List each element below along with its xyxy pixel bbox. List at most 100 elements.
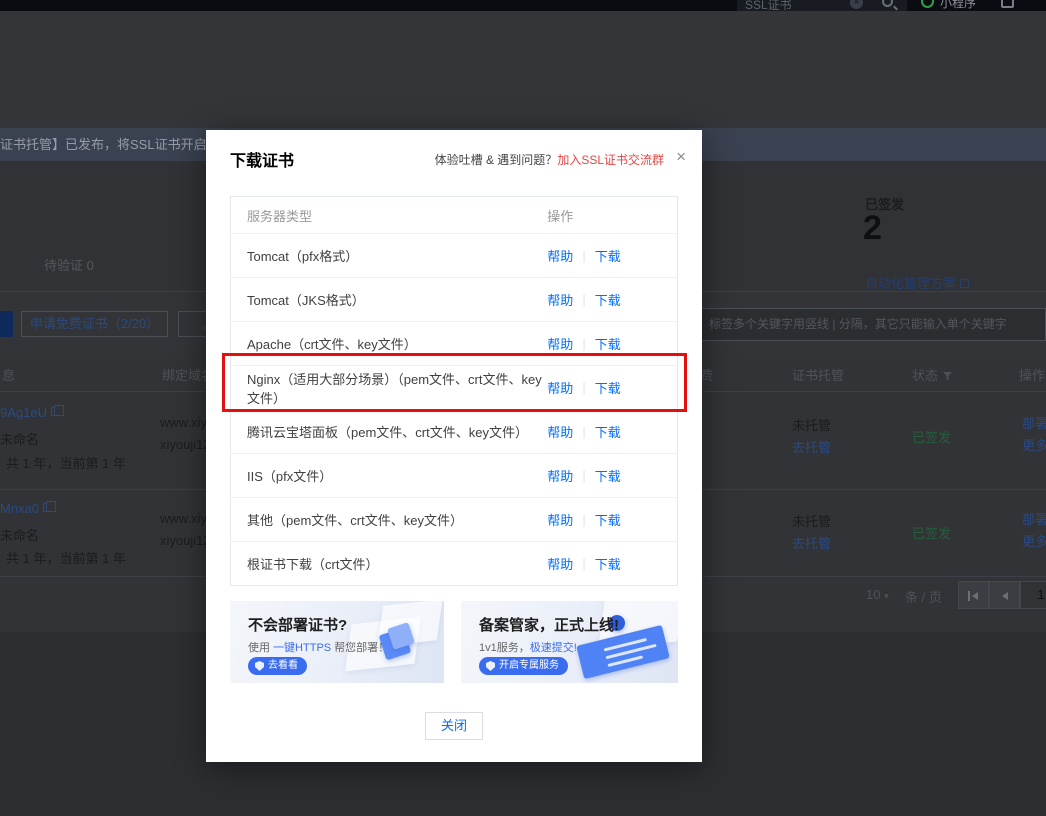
col-info: 息 <box>2 368 16 383</box>
more-link[interactable]: 更多 <box>1022 531 1046 550</box>
download-link[interactable]: 下载 <box>595 510 621 529</box>
download-link[interactable]: 下载 <box>595 246 621 265</box>
help-link[interactable]: 帮助 <box>547 290 573 309</box>
cert-name: 未命名 <box>0 528 40 543</box>
col-status-label: 状态 <box>912 368 939 383</box>
close-icon[interactable]: × <box>676 148 686 165</box>
top-navbar: SSL证书 × 小程序 <box>0 0 1046 11</box>
divider: | <box>582 248 586 263</box>
server-type-label: IIS（pfx文件） <box>247 469 333 484</box>
download-link[interactable]: 下载 <box>595 554 621 573</box>
page-number-input[interactable]: 1 <box>1020 581 1046 609</box>
col-status[interactable]: 状态 <box>912 365 953 384</box>
cert-validity: 共 1 年，当前第 1 年 <box>6 456 126 471</box>
download-link[interactable]: 下载 <box>595 422 621 441</box>
promo-title: 不会部署证书? <box>248 617 348 634</box>
go-hosting-link[interactable]: 去托管 <box>792 437 831 456</box>
bound-domain: xiyouji12 <box>160 437 211 452</box>
row-tomcat-jks: Tomcat（JKS格式） 帮助 | 下载 <box>231 277 677 321</box>
help-link[interactable]: 帮助 <box>547 378 573 397</box>
issued-count: 2 <box>863 209 882 247</box>
apply-free-cert-button[interactable]: 申请免费证书（2/20） <box>21 311 168 337</box>
help-link[interactable]: 帮助 <box>547 422 573 441</box>
filter-funnel-icon[interactable] <box>943 372 953 380</box>
promo-deploy-banner[interactable]: 不会部署证书? 使用 一键HTTPS 帮您部署！ 去看看 <box>230 601 444 683</box>
cert-name: 未命名 <box>0 432 40 447</box>
deploy-link[interactable]: 部署 <box>1022 413 1046 432</box>
col-server-type: 服务器类型 <box>247 208 313 224</box>
first-page-button[interactable] <box>958 581 989 609</box>
screen: SSL证书 × 小程序 证书托管】已发布，将SSL证书开启托管即可 待验证 0 … <box>0 0 1046 816</box>
row-nginx: Nginx（适用大部分场景）（pem文件、crt文件、key文件） 帮助 | 下载 <box>231 365 677 409</box>
server-type-label: Tomcat（pfx格式） <box>247 249 359 264</box>
hosting-state: 未托管 <box>792 514 832 529</box>
pending-validation-tab[interactable]: 待验证 0 <box>44 255 94 274</box>
col-action: 操作 <box>1019 368 1046 383</box>
one-key-https-link[interactable]: 一键HTTPS <box>273 642 331 654</box>
prev-page-button[interactable] <box>989 581 1020 609</box>
status-badge: 已签发 <box>912 430 952 445</box>
divider: | <box>582 292 586 307</box>
bound-domain: xiyouji12 <box>160 533 211 548</box>
divider: | <box>582 380 586 395</box>
row-other: 其他（pem文件、crt文件、key文件） 帮助 | 下载 <box>231 497 677 541</box>
table-header: 服务器类型 操作 <box>231 197 677 233</box>
copy-icon[interactable] <box>43 501 57 512</box>
server-type-label: 根证书下载（crt文件） <box>247 557 379 572</box>
go-hosting-link[interactable]: 去托管 <box>792 533 831 552</box>
feedback-prefix: 体验吐槽 & 遇到问题？ <box>434 153 558 167</box>
deploy-link[interactable]: 部署 <box>1022 509 1046 528</box>
cert-validity: 共 1 年，当前第 1 年 <box>6 551 126 566</box>
download-link[interactable]: 下载 <box>595 378 621 397</box>
divider: | <box>582 556 586 571</box>
help-link[interactable]: 帮助 <box>547 466 573 485</box>
feedback-line: 体验吐槽 & 遇到问题？加入SSL证书交流群 <box>435 151 664 168</box>
open-service-button[interactable]: 开启专属服务 <box>479 657 568 675</box>
row-root-cert: 根证书下载（crt文件） 帮助 | 下载 <box>231 541 677 585</box>
divider: | <box>582 336 586 351</box>
download-link[interactable]: 下载 <box>595 466 621 485</box>
fast-submit-label: 极速提交! <box>529 642 577 654</box>
promo-desc: 使用 一键HTTPS 帮您部署！ <box>248 642 390 654</box>
divider: | <box>582 424 586 439</box>
keyword-filter-input[interactable]: 标签多个关键字用竖线 | 分隔，其它只能输入单个关键字 <box>698 308 1046 341</box>
download-cert-modal: 下载证书 体验吐槽 & 遇到问题？加入SSL证书交流群 × 服务器类型 操作 T… <box>206 130 702 762</box>
page-size-suffix: 条 / 页 <box>905 590 942 605</box>
promo-title: 备案管家，正式上线! <box>479 617 619 634</box>
col-action: 操作 <box>547 208 574 224</box>
cert-id-link[interactable]: Mnxa0 <box>0 501 57 516</box>
row-bt-panel: 腾讯云宝塔面板（pem文件、crt文件、key文件） 帮助 | 下载 <box>231 409 677 453</box>
mini-program-label[interactable]: 小程序 <box>940 0 976 11</box>
shield-icon <box>255 661 264 671</box>
page-size-select[interactable]: 10 ▾ <box>866 587 889 602</box>
help-link[interactable]: 帮助 <box>547 334 573 353</box>
help-link[interactable]: 帮助 <box>547 246 573 265</box>
status-badge: 已签发 <box>912 526 952 541</box>
download-link[interactable]: 下载 <box>595 334 621 353</box>
divider: | <box>582 512 586 527</box>
cert-id-link[interactable]: 9Ag1eU <box>0 405 64 420</box>
col-hosting: 证书托管 <box>792 368 845 383</box>
help-link[interactable]: 帮助 <box>547 554 573 573</box>
join-group-link[interactable]: 加入SSL证书交流群 <box>557 153 664 167</box>
console-box-icon[interactable] <box>1001 0 1014 8</box>
server-type-label: Tomcat（JKS格式） <box>247 293 365 308</box>
mini-program-icon <box>921 0 934 8</box>
close-button[interactable]: 关闭 <box>425 712 483 740</box>
row-tomcat-pfx: Tomcat（pfx格式） 帮助 | 下载 <box>231 233 677 277</box>
copy-icon[interactable] <box>50 405 64 416</box>
server-type-table: 服务器类型 操作 Tomcat（pfx格式） 帮助 | 下载 Tomcat（JKS格… <box>230 196 678 586</box>
more-link[interactable]: 更多 <box>1022 435 1046 454</box>
buy-certificate-button[interactable] <box>0 311 13 337</box>
download-link[interactable]: 下载 <box>595 290 621 309</box>
promo-beian-banner[interactable]: 备案管家，正式上线! 1v1服务，极速提交! 开启专属服务 <box>461 601 678 683</box>
chevron-down-icon: ▾ <box>884 591 889 601</box>
automation-plan-link[interactable]: 自动化管理方案 <box>865 273 970 292</box>
automation-plan-label: 自动化管理方案 <box>865 276 957 291</box>
server-type-label: 其他（pem文件、crt文件、key文件） <box>247 513 463 528</box>
help-link[interactable]: 帮助 <box>547 510 573 529</box>
go-see-button[interactable]: 去看看 <box>248 657 307 675</box>
external-link-icon <box>960 276 970 288</box>
server-type-label: 腾讯云宝塔面板（pem文件、crt文件、key文件） <box>247 425 528 440</box>
modal-title: 下载证书 <box>230 153 295 170</box>
